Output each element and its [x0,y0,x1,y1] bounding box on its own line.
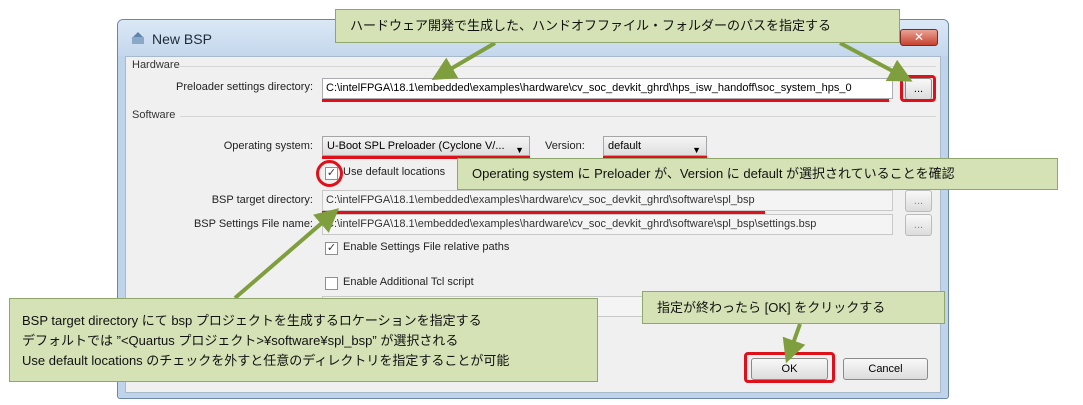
callout-os-version: Operating system に Preloader が、Version に… [457,158,1058,190]
callout-click-ok: 指定が終わったら [OK] をクリックする [642,291,945,324]
callout-handoff-path: ハードウェア開発で生成した、ハンドオフファイル・フォルダーのパスを指定する [335,9,900,43]
callout-bsp-line1: BSP target directory にて bsp プロジェクトを生成するロ… [22,313,482,328]
callout-bsp-line2: デフォルトでは ”<Quartus プロジェクト>¥software¥spl_b… [22,333,459,348]
callout-bsp-target: BSP target directory にて bsp プロジェクトを生成するロ… [9,298,598,382]
callout-bsp-line3: Use default locations のチェックを外すと任意のディレクトリ… [22,353,510,368]
